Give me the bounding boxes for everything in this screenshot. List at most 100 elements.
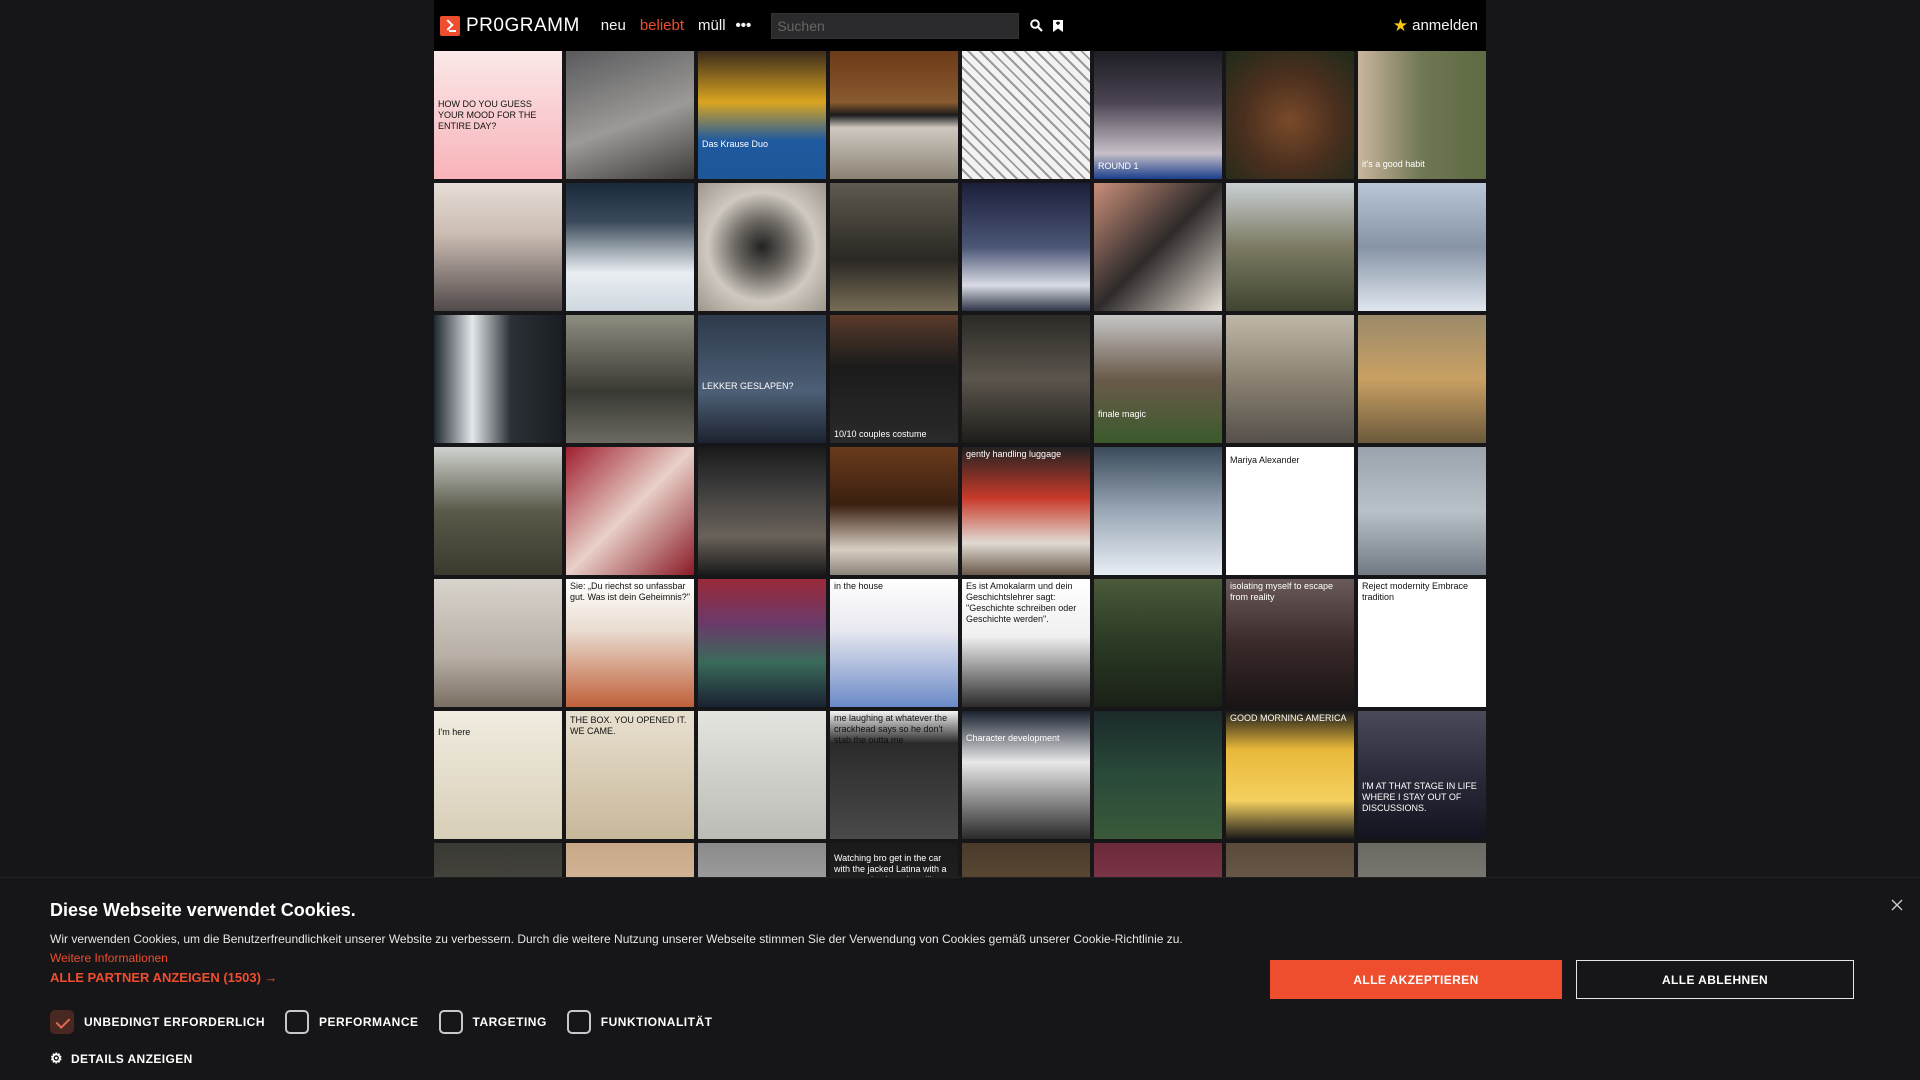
category-targeting[interactable]: TARGETING bbox=[438, 1010, 547, 1034]
category-label: UNBEDINGT ERFORDERLICH bbox=[84, 1015, 265, 1029]
star-icon: ★ bbox=[1392, 15, 1409, 35]
category-performance[interactable]: PERFORMANCE bbox=[285, 1010, 419, 1034]
thumbnail-item[interactable] bbox=[1094, 183, 1222, 311]
thumbnail-caption: GOOD MORNING AMERICA bbox=[1230, 713, 1347, 723]
thumbnail-caption: in the house bbox=[834, 581, 884, 591]
logo-icon bbox=[440, 15, 460, 36]
thumbnail-item[interactable] bbox=[698, 711, 826, 839]
thumbnail-item[interactable]: Reject modernity Embrace tradition bbox=[1358, 579, 1486, 707]
thumbnail-caption: Sie: „Du riechst so unfassbar gut. Was i… bbox=[570, 581, 690, 602]
thumbnail-item[interactable] bbox=[830, 447, 958, 575]
thumbnail-item[interactable] bbox=[1226, 315, 1354, 443]
thumbnail-item[interactable] bbox=[566, 315, 694, 443]
cookie-title: Diese Webseite verwendet Cookies. bbox=[50, 900, 356, 920]
thumbnail-caption: LEKKER GESLAPEN? bbox=[702, 381, 794, 391]
thumbnail-item[interactable]: isolating myself to escape from reality bbox=[1226, 579, 1354, 707]
thumbnail-item[interactable]: I'M AT THAT STAGE IN LIFE WHERE I STAY O… bbox=[1358, 711, 1486, 839]
thumbnail-item[interactable] bbox=[434, 315, 562, 443]
thumbnail-item[interactable] bbox=[1094, 579, 1222, 707]
bookmark-icon[interactable] bbox=[1049, 17, 1067, 35]
thumbnail-item[interactable] bbox=[1094, 447, 1222, 575]
thumbnail-item[interactable]: Es ist Amokalarm und dein Geschichtslehr… bbox=[962, 579, 1090, 707]
accept-all-button[interactable]: ALLE AKZEPTIEREN bbox=[1270, 960, 1562, 999]
details-label: DETAILS ANZEIGEN bbox=[70, 1051, 193, 1066]
thumbnail-item[interactable] bbox=[962, 183, 1090, 311]
cookie-description: Wir verwenden Cookies, um die Benutzerfr… bbox=[50, 932, 1183, 946]
search-icon[interactable] bbox=[1027, 17, 1045, 35]
main-nav: neu beliebt müll ••• bbox=[601, 17, 752, 34]
thumbnail-item[interactable] bbox=[1358, 315, 1486, 443]
thumbnail-item[interactable]: Sie: „Du riechst so unfassbar gut. Was i… bbox=[566, 579, 694, 707]
thumbnail-caption: gently handling luggage bbox=[966, 449, 1062, 459]
category-strictly-necessary[interactable]: UNBEDINGT ERFORDERLICH bbox=[50, 1010, 265, 1034]
thumbnail-caption: me laughing at whatever the crackhead sa… bbox=[834, 713, 948, 745]
category-label: PERFORMANCE bbox=[319, 1015, 419, 1029]
close-icon[interactable] bbox=[1888, 896, 1906, 914]
show-partners-link[interactable]: ALLE PARTNER ANZEIGEN (1503) → bbox=[50, 970, 278, 985]
thumbnail-item[interactable]: it's a good habit bbox=[1358, 51, 1486, 179]
login-label: anmelden bbox=[1412, 17, 1478, 34]
thumbnail-item[interactable] bbox=[830, 51, 958, 179]
thumbnail-caption: I'm here bbox=[438, 727, 471, 737]
thumbnail-item[interactable]: Mariya Alexander bbox=[1226, 447, 1354, 575]
thumbnail-caption: Es ist Amokalarm und dein Geschichtslehr… bbox=[966, 581, 1077, 624]
thumbnail-item[interactable] bbox=[1094, 711, 1222, 839]
search-input[interactable] bbox=[771, 12, 1020, 39]
top-navbar: PR0GRAMM neu beliebt müll ••• ★ anmelden bbox=[434, 0, 1486, 51]
more-info-link[interactable]: Weitere Informationen bbox=[50, 951, 168, 965]
more-menu-icon[interactable]: ••• bbox=[736, 17, 752, 34]
thumbnail-item[interactable]: in the house bbox=[830, 579, 958, 707]
thumbnail-item[interactable]: gently handling luggage bbox=[962, 447, 1090, 575]
login-button[interactable]: ★ anmelden bbox=[1393, 16, 1478, 36]
thumbnail-item[interactable] bbox=[698, 447, 826, 575]
checkbox-performance[interactable] bbox=[285, 1010, 309, 1034]
category-label: FUNKTIONALITÄT bbox=[600, 1015, 713, 1029]
thumbnail-item[interactable] bbox=[566, 51, 694, 179]
thumbnail-item[interactable]: Das Krause Duo bbox=[698, 51, 826, 179]
thumbnail-caption: THE BOX. YOU OPENED IT. WE CAME. bbox=[570, 715, 687, 736]
thumbnail-item[interactable] bbox=[962, 51, 1090, 179]
thumbnail-item[interactable] bbox=[434, 579, 562, 707]
checkbox-strictly-necessary[interactable] bbox=[50, 1010, 74, 1034]
app-root: PR0GRAMM neu beliebt müll ••• ★ anmelden… bbox=[0, 0, 1920, 1080]
thumbnail-item[interactable]: finale magic bbox=[1094, 315, 1222, 443]
thumbnail-item[interactable] bbox=[434, 183, 562, 311]
thumbnail-item[interactable] bbox=[1358, 447, 1486, 575]
thumbnail-item[interactable] bbox=[698, 183, 826, 311]
reject-all-button[interactable]: ALLE ABLEHNEN bbox=[1576, 960, 1854, 999]
show-details-button[interactable]: ⚙ DETAILS ANZEIGEN bbox=[50, 1050, 193, 1067]
checkbox-functionality[interactable] bbox=[566, 1010, 591, 1034]
thumbnail-item[interactable]: me laughing at whatever the crackhead sa… bbox=[830, 711, 958, 839]
thumbnail-caption: 10/10 couples costume bbox=[834, 429, 927, 439]
thumbnail-item[interactable] bbox=[962, 315, 1090, 443]
gear-icon: ⚙ bbox=[50, 1050, 63, 1066]
cookie-text: Wir verwenden Cookies, um die Benutzerfr… bbox=[50, 930, 1220, 968]
thumbnail-item[interactable] bbox=[1358, 183, 1486, 311]
thumbnail-item[interactable]: LEKKER GESLAPEN? bbox=[698, 315, 826, 443]
thumbnail-item[interactable]: I'm here bbox=[434, 711, 562, 839]
thumbnail-item[interactable] bbox=[566, 183, 694, 311]
thumbnail-item[interactable] bbox=[1226, 51, 1354, 179]
thumbnail-caption: I'M AT THAT STAGE IN LIFE WHERE I STAY O… bbox=[1362, 781, 1477, 813]
thumbnail-item[interactable]: GOOD MORNING AMERICA bbox=[1226, 711, 1354, 839]
thumbnail-caption: ROUND 1 bbox=[1098, 161, 1139, 171]
thumbnail-item[interactable] bbox=[698, 579, 826, 707]
cookie-categories: UNBEDINGT ERFORDERLICH PERFORMANCE TARGE… bbox=[50, 1010, 732, 1034]
nav-muell[interactable]: müll bbox=[698, 17, 726, 34]
thumbnail-item[interactable] bbox=[830, 183, 958, 311]
thumbnail-item[interactable] bbox=[1226, 183, 1354, 311]
logo[interactable]: PR0GRAMM bbox=[440, 15, 580, 37]
thumbnail-item[interactable]: THE BOX. YOU OPENED IT. WE CAME. bbox=[566, 711, 694, 839]
thumbnail-caption: finale magic bbox=[1098, 409, 1147, 419]
thumbnail-item[interactable] bbox=[566, 447, 694, 575]
thumbnail-item[interactable]: 10/10 couples costume bbox=[830, 315, 958, 443]
thumbnail-item[interactable]: ROUND 1 bbox=[1094, 51, 1222, 179]
category-functionality[interactable]: FUNKTIONALITÄT bbox=[566, 1010, 713, 1034]
nav-neu[interactable]: neu bbox=[601, 17, 626, 34]
thumbnail-item[interactable] bbox=[434, 447, 562, 575]
thumbnail-caption: Das Krause Duo bbox=[702, 139, 769, 149]
thumbnail-item[interactable]: HOW DO YOU GUESS YOUR MOOD FOR THE ENTIR… bbox=[434, 51, 562, 179]
checkbox-targeting[interactable] bbox=[438, 1010, 463, 1034]
nav-beliebt[interactable]: beliebt bbox=[640, 17, 684, 34]
thumbnail-item[interactable]: Character development bbox=[962, 711, 1090, 839]
